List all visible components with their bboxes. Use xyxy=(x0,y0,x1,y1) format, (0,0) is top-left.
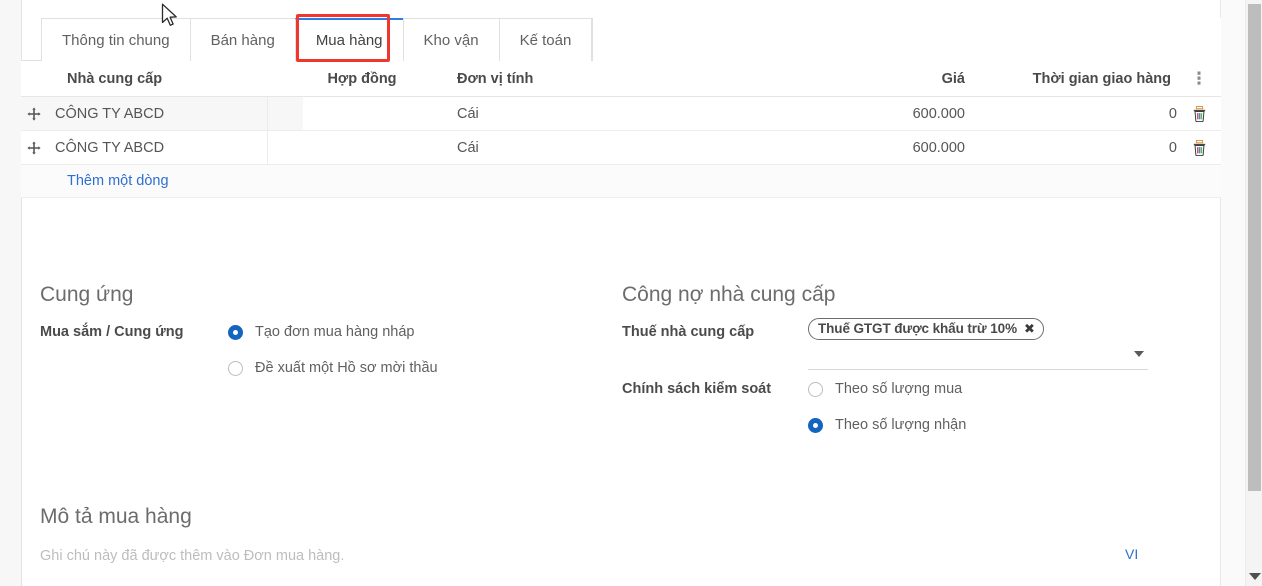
cell-price[interactable]: 600.000 xyxy=(632,106,997,122)
column-header-lead-time[interactable]: Thời gian giao hàng xyxy=(997,71,1177,87)
radio-label: Đề xuất một Hồ sơ mời thầu xyxy=(255,360,438,376)
cell-lead-time[interactable]: 0 xyxy=(997,106,1177,122)
left-gutter xyxy=(0,0,21,586)
radio-button[interactable] xyxy=(808,381,823,397)
tab-ban-hang[interactable]: Bán hàng xyxy=(189,18,295,61)
radio-button-selected[interactable] xyxy=(808,417,823,433)
supplier-tax-select[interactable]: Thuế GTGT được khấu trừ 10% ✖ xyxy=(808,318,1148,370)
cell-unit[interactable]: Cái xyxy=(457,106,632,122)
scrollbar-thumb[interactable] xyxy=(1248,4,1261,491)
add-row-strip: Thêm một dòng xyxy=(21,165,1221,198)
trash-icon[interactable] xyxy=(1192,139,1207,156)
tax-chip-label: Thuế GTGT được khấu trừ 10% xyxy=(818,321,1017,336)
tab-mua-hang[interactable]: Mua hàng xyxy=(294,18,403,61)
column-header-price[interactable]: Giá xyxy=(632,71,997,87)
payable-section-title: Công nợ nhà cung cấp xyxy=(622,283,836,306)
drag-move-icon xyxy=(27,106,41,121)
radio-label: Theo số lượng mua xyxy=(835,381,963,397)
radio-label: Theo số lượng nhận xyxy=(835,417,967,433)
column-header-contract[interactable]: Hợp đồng xyxy=(267,71,457,87)
add-a-line-link[interactable]: Thêm một dòng xyxy=(21,173,169,189)
radio-option-call-for-tender[interactable]: Đề xuất một Hồ sơ mời thầu xyxy=(228,360,438,376)
scroll-down-arrow-icon[interactable] xyxy=(1249,573,1261,580)
cell-unit[interactable]: Cái xyxy=(457,140,632,156)
purchase-description-input[interactable]: Ghi chú này đã được thêm vào Đơn mua hàn… xyxy=(40,548,344,564)
tab-bar: Thông tin chung Bán hàng Mua hàng Kho vậ… xyxy=(21,18,1221,61)
drag-move-icon xyxy=(27,140,41,155)
cell-supplier[interactable]: CÔNG TY ABCD xyxy=(47,106,267,122)
table-row[interactable]: CÔNG TY ABCD Cái 600.000 0 xyxy=(21,96,1221,131)
purchase-description-title: Mô tả mua hàng xyxy=(40,505,192,528)
procurement-field-label: Mua sắm / Cung ứng xyxy=(40,324,184,340)
table-header-row: Nhà cung cấp Hợp đồng Đơn vị tính Giá Th… xyxy=(21,61,1221,97)
purchase-tab-page: Thông tin chung Bán hàng Mua hàng Kho vậ… xyxy=(0,0,1262,586)
radio-option-draft-purchase-order[interactable]: Tạo đơn mua hàng nháp xyxy=(228,324,414,340)
table-options-cell: ⋮ xyxy=(1177,70,1221,88)
trash-icon[interactable] xyxy=(1192,105,1207,122)
cell-lead-time[interactable]: 0 xyxy=(997,140,1177,156)
tab-kho-van[interactable]: Kho vận xyxy=(402,18,499,61)
cell-contract[interactable] xyxy=(267,96,457,131)
row-drag-handle[interactable] xyxy=(21,106,47,121)
language-badge[interactable]: VI xyxy=(1125,546,1138,562)
supplier-pricelist-table: Nhà cung cấp Hợp đồng Đơn vị tính Giá Th… xyxy=(21,61,1221,198)
column-header-unit[interactable]: Đơn vị tính xyxy=(457,71,632,87)
supply-section-title: Cung ứng xyxy=(40,283,134,306)
column-header-supplier[interactable]: Nhà cung cấp xyxy=(47,71,267,87)
kebab-menu-icon[interactable]: ⋮ xyxy=(1191,70,1208,87)
tab-bar-filler xyxy=(592,18,1221,61)
close-icon[interactable]: ✖ xyxy=(1024,320,1035,337)
cell-price[interactable]: 600.000 xyxy=(632,140,997,156)
radio-button[interactable] xyxy=(228,360,243,376)
tax-chip[interactable]: Thuế GTGT được khấu trừ 10% ✖ xyxy=(808,318,1044,340)
radio-button-selected[interactable] xyxy=(228,324,243,340)
vertical-scrollbar[interactable] xyxy=(1245,0,1262,586)
table-row[interactable]: CÔNG TY ABCD Cái 600.000 0 xyxy=(21,130,1221,165)
cell-contract[interactable] xyxy=(267,130,457,165)
tab-thong-tin-chung[interactable]: Thông tin chung xyxy=(41,18,190,61)
row-delete-cell xyxy=(1177,105,1221,122)
radio-option-on-received-quantities[interactable]: Theo số lượng nhận xyxy=(808,417,966,433)
cell-supplier[interactable]: CÔNG TY ABCD xyxy=(47,140,267,156)
supplier-tax-field-label: Thuế nhà cung cấp xyxy=(622,324,755,340)
radio-label: Tạo đơn mua hàng nháp xyxy=(255,324,415,340)
control-policy-field-label: Chính sách kiểm soát xyxy=(622,381,772,397)
row-drag-handle[interactable] xyxy=(21,140,47,155)
radio-option-on-ordered-quantities[interactable]: Theo số lượng mua xyxy=(808,381,962,397)
row-delete-cell xyxy=(1177,139,1221,156)
chevron-down-icon[interactable] xyxy=(1134,351,1144,357)
tab-ke-toan[interactable]: Kế toán xyxy=(498,18,593,61)
